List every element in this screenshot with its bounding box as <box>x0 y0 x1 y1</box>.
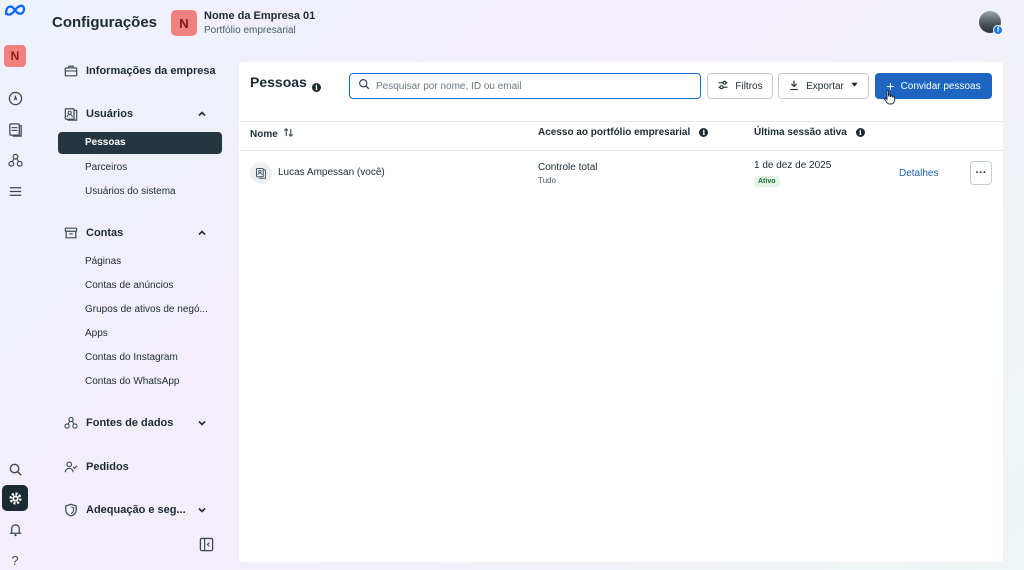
facebook-icon: f <box>993 25 1003 35</box>
sidebar-item-company-info[interactable]: Informações da empresa <box>63 63 216 79</box>
business-subtitle: Portfólio empresarial <box>204 25 296 36</box>
caret-down-icon <box>850 80 859 92</box>
search-box[interactable] <box>349 73 701 99</box>
meta-logo-icon[interactable] <box>3 2 27 23</box>
access-detail: Tudo <box>538 176 556 185</box>
collapse-sidebar-icon[interactable] <box>199 537 214 557</box>
sidebar-item-instagram-accounts[interactable]: Contas do Instagram <box>85 352 178 363</box>
search-input[interactable] <box>376 80 686 92</box>
info-icon[interactable]: i <box>699 127 709 138</box>
sidebar-item-label: Adequação e seg... <box>86 504 186 516</box>
sort-icon[interactable] <box>283 127 294 141</box>
sidebar-item-parceiros[interactable]: Parceiros <box>85 162 127 173</box>
chevron-down-icon[interactable] <box>196 417 208 429</box>
sidebar-item-apps[interactable]: Apps <box>85 328 108 339</box>
filters-label: Filtros <box>735 80 763 92</box>
sidebar-item-system-users[interactable]: Usuários do sistema <box>85 186 176 197</box>
sidebar-item-pessoas[interactable]: Pessoas <box>58 132 222 154</box>
user-avatar[interactable]: f <box>979 11 1003 35</box>
sidebar-section-users[interactable]: Usuários <box>63 106 133 122</box>
network-icon <box>63 415 79 431</box>
gear-icon[interactable] <box>2 485 28 511</box>
more-options-button[interactable]: ··· <box>970 161 992 185</box>
bell-icon[interactable] <box>5 519 25 539</box>
archive-icon <box>63 225 79 241</box>
column-header-access: Acesso ao portfólio empresarial i <box>538 127 709 138</box>
sidebar-item-ad-accounts[interactable]: Contas de anúncios <box>85 280 173 291</box>
menu-icon[interactable] <box>5 181 25 201</box>
business-switcher-avatar[interactable]: N <box>4 45 26 67</box>
help-icon[interactable]: ? <box>5 550 25 570</box>
sidebar-item-label: Usuários <box>86 108 134 120</box>
status-badge: Ativo <box>754 176 780 187</box>
filters-button[interactable]: Filtros <box>707 73 773 99</box>
download-icon <box>788 79 800 94</box>
info-icon[interactable]: i <box>312 77 321 95</box>
export-label: Exportar <box>806 80 844 92</box>
pages-icon[interactable] <box>5 119 25 139</box>
sidebar-section-data-sources[interactable]: Fontes de dados <box>63 415 173 431</box>
invite-label: Convidar pessoas <box>900 80 981 92</box>
chevron-up-icon[interactable] <box>196 108 208 120</box>
sidebar-item-label: Fontes de dados <box>86 417 174 429</box>
page-title: Configurações <box>52 14 158 31</box>
mouse-cursor-icon <box>884 90 896 110</box>
briefcase-icon <box>63 63 79 79</box>
search-icon[interactable] <box>5 459 25 479</box>
access-level: Controle total <box>538 162 598 173</box>
user-name[interactable]: Lucas Ampessan (você) <box>278 167 385 178</box>
compass-icon[interactable] <box>5 88 25 108</box>
user-row-icon <box>250 162 272 184</box>
chevron-down-icon[interactable] <box>196 504 208 516</box>
panel-title: Pessoas <box>250 74 307 90</box>
sidebar-item-label: Informações da empresa <box>86 65 216 77</box>
details-link[interactable]: Detalhes <box>899 168 938 179</box>
person-check-icon <box>63 459 79 475</box>
export-button[interactable]: Exportar <box>778 73 869 99</box>
people-panel: Pessoas i Filtros Exportar + Convidar pe… <box>239 62 1003 562</box>
column-header-name[interactable]: Nome <box>250 127 294 141</box>
sidebar-item-pages[interactable]: Páginas <box>85 256 121 267</box>
sidebar-item-label: Pedidos <box>86 461 129 473</box>
business-badge[interactable]: N <box>171 10 197 36</box>
users-icon <box>63 106 79 122</box>
shield-icon <box>63 502 79 518</box>
left-rail: N ? <box>0 0 30 570</box>
search-icon <box>358 77 370 95</box>
sidebar-item-orders[interactable]: Pedidos <box>63 459 129 475</box>
last-session-date: 1 de dez de 2025 <box>754 160 832 171</box>
column-header-last-session: Última sessão ativa i <box>754 127 865 138</box>
sidebar-section-compliance[interactable]: Adequação e seg... <box>63 502 186 518</box>
sidebar-section-accounts[interactable]: Contas <box>63 225 123 241</box>
chevron-up-icon[interactable] <box>196 227 208 239</box>
sliders-icon <box>717 79 729 94</box>
info-icon[interactable]: i <box>855 127 865 138</box>
business-name[interactable]: Nome da Empresa 01 <box>204 10 315 22</box>
ellipsis-icon: ··· <box>975 167 987 179</box>
sidebar-item-whatsapp-accounts[interactable]: Contas do WhatsApp <box>85 376 180 387</box>
sidebar-item-asset-groups[interactable]: Grupos de ativos de negó... <box>85 304 208 315</box>
network-icon[interactable] <box>5 150 25 170</box>
sidebar-item-label: Contas <box>86 227 124 239</box>
